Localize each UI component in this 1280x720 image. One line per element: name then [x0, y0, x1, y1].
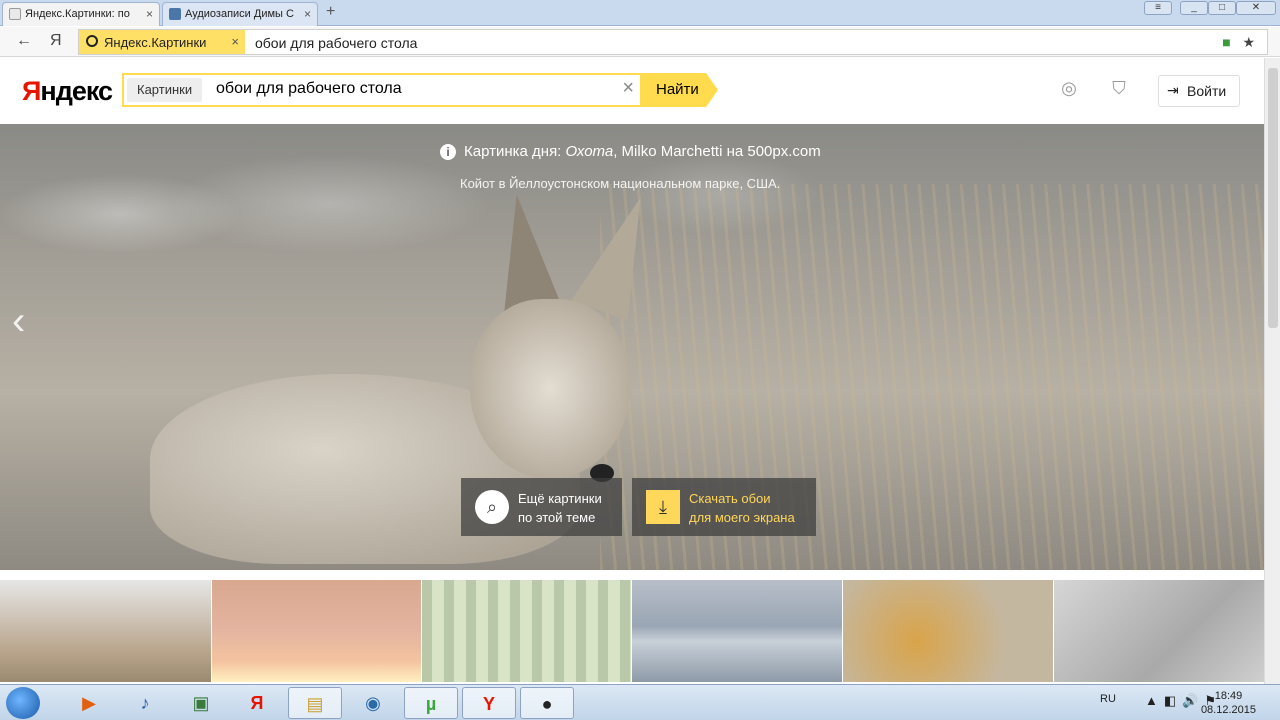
language-indicator[interactable]: RU: [1100, 693, 1116, 705]
utorrent-icon[interactable]: µ: [404, 687, 458, 719]
obs-style-app-icon[interactable]: ◉: [346, 687, 400, 719]
thumbnail-strip: [0, 580, 1264, 682]
new-tab-button[interactable]: +: [326, 3, 335, 21]
scrollbar-thumb[interactable]: [1268, 68, 1278, 328]
minimize-button[interactable]: _: [1180, 1, 1208, 15]
close-chip-icon[interactable]: ×: [231, 34, 239, 49]
caption-title[interactable]: Охота: [566, 143, 614, 160]
file-explorer-icon[interactable]: ▤: [288, 687, 342, 719]
logo-rest: ндекс: [40, 76, 113, 106]
yandex-home-button[interactable]: Я: [50, 32, 62, 50]
thumbnail-giraffes-painting[interactable]: [843, 580, 1053, 682]
logo-letter: Я: [22, 76, 41, 106]
close-tab-icon[interactable]: ×: [304, 7, 311, 21]
search-button[interactable]: Найти: [642, 73, 718, 107]
address-row: ← Я Яндекс.Картинки × обои для рабочего …: [0, 27, 1280, 57]
close-tab-icon[interactable]: ×: [146, 7, 153, 21]
monitor-app-icon[interactable]: ▣: [174, 687, 228, 719]
shield-icon[interactable]: ⛉: [1106, 78, 1132, 100]
tab-audio[interactable]: Аудиозаписи Димы С ×: [162, 2, 318, 26]
browser-tab-strip: Яндекс.Картинки: по × Аудиозаписи Димы С…: [0, 0, 1280, 26]
refresh-icon: [86, 35, 98, 47]
site-chip[interactable]: Яндекс.Картинки ×: [79, 30, 245, 54]
yandex-header: Яндекс Картинки обои для рабочего стола …: [0, 58, 1264, 124]
lock-icon: ■: [1222, 34, 1231, 50]
prev-image-arrow-icon[interactable]: ‹: [12, 299, 25, 344]
audio-app-icon[interactable]: ♪: [118, 687, 172, 719]
bookmark-star-icon[interactable]: ★: [1242, 34, 1255, 50]
caption-prefix: Картинка дня:: [464, 143, 562, 160]
obs-studio-icon[interactable]: ●: [520, 687, 574, 719]
image-favicon-icon: [9, 8, 21, 20]
address-icons: ■ ★: [1222, 34, 1255, 51]
clock[interactable]: 18:49 08.12.2015: [1201, 689, 1256, 717]
back-button[interactable]: ←: [16, 32, 32, 50]
site-chip-label: Яндекс.Картинки: [104, 35, 207, 50]
tab-label: Яндекс.Картинки: по: [25, 8, 130, 20]
address-text[interactable]: обои для рабочего стола: [255, 35, 417, 51]
address-bar[interactable]: Яндекс.Картинки × обои для рабочего стол…: [78, 29, 1268, 55]
image-caption: i Картинка дня: Охота, Milko Marchetti на…: [440, 143, 821, 160]
more-line1: Ещё картинки: [518, 491, 602, 506]
close-window-button[interactable]: ✕: [1236, 1, 1276, 15]
vk-favicon-icon: [169, 8, 181, 20]
menu-button[interactable]: ≡: [1144, 1, 1172, 15]
clock-time: 18:49: [1214, 690, 1243, 702]
info-icon[interactable]: i: [440, 144, 456, 160]
search-scope-tag[interactable]: Картинки: [127, 78, 203, 102]
image-subcaption: Койот в Йеллоустонском национальном парк…: [460, 176, 781, 191]
yandex-logo[interactable]: Яндекс: [22, 76, 113, 107]
search-input[interactable]: обои для рабочего стола: [216, 80, 402, 98]
download-line2: для моего экрана: [689, 510, 795, 525]
clock-date: 08.12.2015: [1200, 704, 1256, 716]
vertical-scrollbar[interactable]: [1264, 58, 1280, 684]
yandex-browser-icon[interactable]: Y: [462, 687, 516, 719]
more-line2: по этой теме: [518, 510, 596, 525]
camera-search-icon[interactable]: ◎: [1056, 78, 1082, 100]
tab-yandex-images[interactable]: Яндекс.Картинки: по ×: [2, 2, 160, 26]
login-button[interactable]: ⇥ Войти: [1158, 75, 1240, 107]
search-icon: ⌕: [475, 490, 509, 524]
search-box[interactable]: Картинки обои для рабочего стола ×: [122, 73, 642, 107]
caption-author[interactable]: , Milko Marchetti на 500px.com: [613, 143, 821, 160]
thumbnail-interior[interactable]: [1054, 580, 1264, 682]
thumbnail-sea[interactable]: [632, 580, 842, 682]
login-label: Войти: [1187, 83, 1227, 99]
media-player-icon[interactable]: ▶: [62, 687, 116, 719]
image-of-the-day[interactable]: ‹ i Картинка дня: Охота, Milko Marchetti …: [0, 124, 1264, 570]
start-button[interactable]: [6, 687, 40, 719]
download-icon: ⤓: [646, 490, 680, 524]
windows-taskbar: ▶ ♪ ▣ Я ▤ ◉ µ Y ● RU ▲◧🔊⚑ 18:49 08.12.20…: [0, 684, 1280, 720]
yandex-app-icon[interactable]: Я: [230, 687, 284, 719]
login-icon: ⇥: [1167, 82, 1179, 98]
thumbnail-burger-fries[interactable]: [0, 580, 211, 682]
tab-label: Аудиозаписи Димы С: [185, 8, 294, 20]
maximize-button[interactable]: □: [1208, 1, 1236, 15]
coyote-head: [470, 299, 630, 479]
download-wallpaper-button[interactable]: ⤓ Скачать обои для моего экрана: [632, 478, 816, 536]
more-images-button[interactable]: ⌕ Ещё картинки по этой теме: [461, 478, 622, 536]
clear-search-icon[interactable]: ×: [622, 77, 634, 100]
thumbnail-forest[interactable]: [422, 580, 631, 682]
download-line1: Скачать обои: [689, 491, 771, 506]
thumbnail-sunset[interactable]: [212, 580, 421, 682]
